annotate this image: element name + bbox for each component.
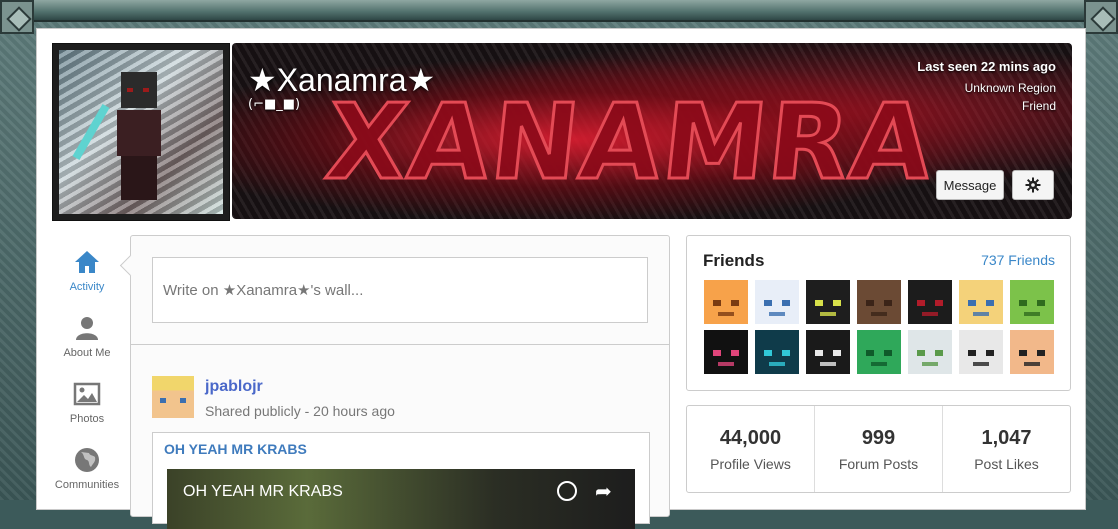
avatar-image: [59, 50, 223, 214]
friend-avatar[interactable]: [1010, 280, 1054, 324]
friend-avatar[interactable]: [704, 280, 748, 324]
post-author-link[interactable]: jpablojr: [205, 378, 263, 396]
gear-icon: [1025, 177, 1041, 193]
friend-avatar[interactable]: [908, 280, 952, 324]
friend-avatar[interactable]: [959, 330, 1003, 374]
stat-post-likes: 1,047 Post Likes: [943, 406, 1070, 492]
nav-communities[interactable]: Communities: [52, 446, 122, 491]
stat-label: Post Likes: [974, 456, 1039, 472]
stat-profile-views: 44,000 Profile Views: [687, 406, 815, 492]
user-icon: [76, 317, 98, 340]
nav-communities-label: Communities: [54, 479, 120, 491]
video-title: OH YEAH MR KRABS: [183, 483, 343, 500]
home-icon: [75, 251, 99, 273]
friend-avatar[interactable]: [1010, 330, 1054, 374]
profile-subtitle: (⌐■_■): [248, 97, 301, 112]
friends-count-link[interactable]: 737 Friends: [981, 252, 1055, 268]
stat-value: 44,000: [719, 427, 782, 449]
activity-feed: Write on ★Xanamra★'s wall... jpablojr Sh…: [119, 235, 670, 529]
settings-button[interactable]: [1012, 170, 1054, 200]
wall-post-input[interactable]: Write on ★Xanamra★'s wall...: [152, 257, 648, 323]
frame-corner-left: [0, 0, 34, 34]
stat-forum-posts: 999 Forum Posts: [815, 406, 943, 492]
profile-banner: XANAMRA ★Xanamra★ (⌐■_■) Last seen 22 mi…: [232, 43, 1072, 219]
friend-avatar[interactable]: [806, 280, 850, 324]
friend-avatar[interactable]: [755, 280, 799, 324]
friend-avatar[interactable]: [857, 280, 901, 324]
nav-photos-label: Photos: [69, 413, 105, 425]
friend-avatar[interactable]: [959, 280, 1003, 324]
watch-later-icon[interactable]: [557, 481, 577, 501]
friend-avatar[interactable]: [704, 330, 748, 374]
stat-value: 1,047: [981, 427, 1032, 449]
friend-avatar[interactable]: [857, 330, 901, 374]
profile-region: Unknown Region: [964, 81, 1056, 95]
shared-video-title-link[interactable]: OH YEAH MR KRABS: [164, 441, 307, 457]
friend-avatar[interactable]: [806, 330, 850, 374]
stat-label: Forum Posts: [838, 456, 919, 472]
stat-label: Profile Views: [710, 456, 791, 472]
feed-divider: [131, 344, 669, 345]
friend-avatar[interactable]: [755, 330, 799, 374]
nav-photos[interactable]: Photos: [52, 380, 122, 425]
nav-about-me-label: About Me: [63, 347, 111, 359]
profile-stats: 44,000 Profile Views 999 Forum Posts 1,0…: [686, 405, 1071, 493]
nav-about-me[interactable]: About Me: [52, 314, 122, 359]
shared-video-card[interactable]: OH YEAH MR KRABS OH YEAH MR KRABS ➦: [152, 432, 650, 529]
frame-border-top: [0, 0, 1118, 22]
profile-panel: XANAMRA ★Xanamra★ (⌐■_■) Last seen 22 mi…: [36, 28, 1086, 529]
frame-corner-right: [1084, 0, 1118, 34]
nav-activity-label: Activity: [69, 281, 105, 293]
friend-avatar[interactable]: [908, 330, 952, 374]
friends-panel: Friends 737 Friends: [686, 235, 1071, 391]
profile-avatar[interactable]: [52, 43, 230, 221]
last-seen-status: Last seen 22 mins ago: [917, 59, 1056, 74]
banner-artwork-text: XANAMRA: [319, 80, 941, 205]
profile-username: ★Xanamra★: [248, 62, 436, 98]
share-arrow-icon[interactable]: ➦: [595, 479, 612, 504]
video-player[interactable]: OH YEAH MR KRABS ➦: [167, 469, 635, 529]
message-button[interactable]: Message: [936, 170, 1004, 200]
friends-heading: Friends: [703, 251, 765, 270]
avatar-skin-figure: [72, 72, 171, 202]
feed-pointer: [119, 254, 142, 277]
image-icon: [73, 382, 101, 406]
friend-status: Friend: [1021, 99, 1056, 113]
post-author-avatar[interactable]: [152, 376, 194, 418]
globe-icon: [75, 448, 99, 472]
post-meta: Shared publicly - 20 hours ago: [205, 403, 395, 419]
stat-value: 999: [861, 427, 896, 449]
nav-activity[interactable]: Activity: [52, 248, 122, 293]
